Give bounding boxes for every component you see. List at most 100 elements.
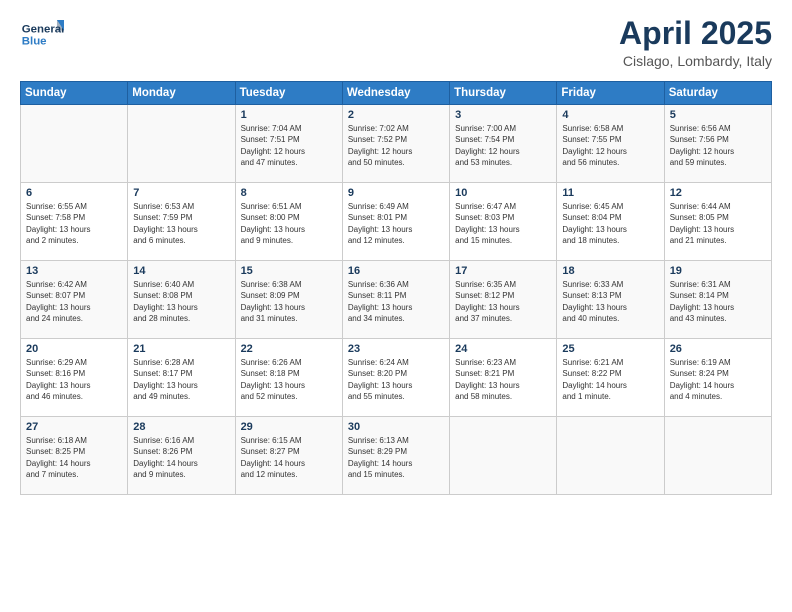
day-cell: 27 Sunrise: 6:18 AM Sunset: 8:25 PM Dayli…	[21, 417, 128, 495]
svg-text:Blue: Blue	[22, 36, 47, 48]
day-cell: 12Sunrise: 6:44 AM Sunset: 8:05 PM Dayli…	[664, 183, 771, 261]
day-cell: 10 Sunrise: 6:47 AM Sunset: 8:03 PM Dayli…	[450, 183, 557, 261]
day-number: 27	[26, 421, 122, 433]
day-info: Sunrise: 6:49 AM Sunset: 8:01 PM Dayligh…	[348, 201, 444, 246]
title-block: April 2025 Cislago, Lombardy, Italy	[619, 16, 772, 69]
day-cell: 5 Sunrise: 6:56 AM Sunset: 7:56 PM Daylig…	[664, 105, 771, 183]
day-number: 23	[348, 343, 444, 355]
day-number: 15	[241, 265, 337, 277]
day-number: 8	[241, 187, 337, 199]
logo-icon: General Blue	[20, 16, 64, 54]
day-info: Sunrise: 6:26 AM Sunset: 8:18 PM Dayligh…	[241, 357, 337, 402]
day-cell: 3 Sunrise: 7:00 AM Sunset: 7:54 PM Daylig…	[450, 105, 557, 183]
day-cell: 8 Sunrise: 6:51 AM Sunset: 8:00 PM Daylig…	[235, 183, 342, 261]
day-cell: 7 Sunrise: 6:53 AM Sunset: 7:59 PM Daylig…	[128, 183, 235, 261]
day-cell: 23 Sunrise: 6:24 AM Sunset: 8:20 PM Dayli…	[342, 339, 449, 417]
day-cell: 14 Sunrise: 6:40 AM Sunset: 8:08 PM Dayli…	[128, 261, 235, 339]
day-info: Sunrise: 6:15 AM Sunset: 8:27 PM Dayligh…	[241, 435, 337, 480]
day-number: 3	[455, 109, 551, 121]
day-cell: 13 Sunrise: 6:42 AM Sunset: 8:07 PM Dayli…	[21, 261, 128, 339]
day-info: Sunrise: 6:40 AM Sunset: 8:08 PM Dayligh…	[133, 279, 229, 324]
day-info: Sunrise: 6:13 AM Sunset: 8:29 PM Dayligh…	[348, 435, 444, 480]
day-info: Sunrise: 6:47 AM Sunset: 8:03 PM Dayligh…	[455, 201, 551, 246]
day-cell: 28 Sunrise: 6:16 AM Sunset: 8:26 PM Dayli…	[128, 417, 235, 495]
day-cell: 4 Sunrise: 6:58 AM Sunset: 7:55 PM Daylig…	[557, 105, 664, 183]
day-info: Sunrise: 7:04 AM Sunset: 7:51 PM Dayligh…	[241, 123, 337, 168]
day-number: 7	[133, 187, 229, 199]
day-number: 21	[133, 343, 229, 355]
day-cell: 17 Sunrise: 6:35 AM Sunset: 8:12 PM Dayli…	[450, 261, 557, 339]
day-cell: 21 Sunrise: 6:28 AM Sunset: 8:17 PM Dayli…	[128, 339, 235, 417]
header-cell-sunday: Sunday	[21, 82, 128, 105]
day-info: Sunrise: 6:38 AM Sunset: 8:09 PM Dayligh…	[241, 279, 337, 324]
day-number: 13	[26, 265, 122, 277]
day-info: Sunrise: 6:33 AM Sunset: 8:13 PM Dayligh…	[562, 279, 658, 324]
header: General Blue April 2025 Cislago, Lombard…	[20, 16, 772, 69]
day-cell: 1 Sunrise: 7:04 AM Sunset: 7:51 PM Daylig…	[235, 105, 342, 183]
day-info: Sunrise: 6:21 AM Sunset: 8:22 PM Dayligh…	[562, 357, 658, 402]
day-cell	[21, 105, 128, 183]
day-number: 14	[133, 265, 229, 277]
day-cell: 19Sunrise: 6:31 AM Sunset: 8:14 PM Dayli…	[664, 261, 771, 339]
day-cell: 18 Sunrise: 6:33 AM Sunset: 8:13 PM Dayli…	[557, 261, 664, 339]
calendar-table: SundayMondayTuesdayWednesdayThursdayFrid…	[20, 81, 772, 495]
day-info: Sunrise: 6:58 AM Sunset: 7:55 PM Dayligh…	[562, 123, 658, 168]
day-cell: 11 Sunrise: 6:45 AM Sunset: 8:04 PM Dayli…	[557, 183, 664, 261]
day-info: Sunrise: 6:56 AM Sunset: 7:56 PM Dayligh…	[670, 123, 766, 168]
header-cell-monday: Monday	[128, 82, 235, 105]
day-number: 26	[670, 343, 766, 355]
day-number: 2	[348, 109, 444, 121]
day-number: 20	[26, 343, 122, 355]
day-info: Sunrise: 6:45 AM Sunset: 8:04 PM Dayligh…	[562, 201, 658, 246]
day-number: 1	[241, 109, 337, 121]
day-cell	[557, 417, 664, 495]
calendar-subtitle: Cislago, Lombardy, Italy	[619, 53, 772, 69]
day-cell: 29Sunrise: 6:15 AM Sunset: 8:27 PM Dayli…	[235, 417, 342, 495]
day-number: 22	[241, 343, 337, 355]
day-info: Sunrise: 6:28 AM Sunset: 8:17 PM Dayligh…	[133, 357, 229, 402]
day-cell	[128, 105, 235, 183]
day-info: Sunrise: 6:19 AM Sunset: 8:24 PM Dayligh…	[670, 357, 766, 402]
day-number: 11	[562, 187, 658, 199]
week-row-1: 1 Sunrise: 7:04 AM Sunset: 7:51 PM Daylig…	[21, 105, 772, 183]
day-info: Sunrise: 7:00 AM Sunset: 7:54 PM Dayligh…	[455, 123, 551, 168]
day-number: 5	[670, 109, 766, 121]
day-info: Sunrise: 6:51 AM Sunset: 8:00 PM Dayligh…	[241, 201, 337, 246]
day-info: Sunrise: 6:35 AM Sunset: 8:12 PM Dayligh…	[455, 279, 551, 324]
day-number: 18	[562, 265, 658, 277]
day-cell: 6Sunrise: 6:55 AM Sunset: 7:58 PM Daylig…	[21, 183, 128, 261]
day-number: 30	[348, 421, 444, 433]
day-cell: 20 Sunrise: 6:29 AM Sunset: 8:16 PM Dayli…	[21, 339, 128, 417]
day-number: 28	[133, 421, 229, 433]
day-info: Sunrise: 6:42 AM Sunset: 8:07 PM Dayligh…	[26, 279, 122, 324]
day-info: Sunrise: 6:53 AM Sunset: 7:59 PM Dayligh…	[133, 201, 229, 246]
day-number: 6	[26, 187, 122, 199]
week-row-3: 13 Sunrise: 6:42 AM Sunset: 8:07 PM Dayli…	[21, 261, 772, 339]
day-info: Sunrise: 6:44 AM Sunset: 8:05 PM Dayligh…	[670, 201, 766, 246]
day-info: Sunrise: 6:23 AM Sunset: 8:21 PM Dayligh…	[455, 357, 551, 402]
day-number: 4	[562, 109, 658, 121]
calendar-header-row: SundayMondayTuesdayWednesdayThursdayFrid…	[21, 82, 772, 105]
day-cell: 24Sunrise: 6:23 AM Sunset: 8:21 PM Dayli…	[450, 339, 557, 417]
day-cell: 25Sunrise: 6:21 AM Sunset: 8:22 PM Dayli…	[557, 339, 664, 417]
day-number: 19	[670, 265, 766, 277]
page: General Blue April 2025 Cislago, Lombard…	[0, 0, 792, 612]
day-number: 10	[455, 187, 551, 199]
day-info: Sunrise: 6:18 AM Sunset: 8:25 PM Dayligh…	[26, 435, 122, 480]
day-cell: 16 Sunrise: 6:36 AM Sunset: 8:11 PM Dayli…	[342, 261, 449, 339]
day-info: Sunrise: 6:36 AM Sunset: 8:11 PM Dayligh…	[348, 279, 444, 324]
header-cell-tuesday: Tuesday	[235, 82, 342, 105]
day-info: Sunrise: 6:16 AM Sunset: 8:26 PM Dayligh…	[133, 435, 229, 480]
header-cell-friday: Friday	[557, 82, 664, 105]
day-number: 9	[348, 187, 444, 199]
header-cell-wednesday: Wednesday	[342, 82, 449, 105]
week-row-4: 20 Sunrise: 6:29 AM Sunset: 8:16 PM Dayli…	[21, 339, 772, 417]
day-info: Sunrise: 6:24 AM Sunset: 8:20 PM Dayligh…	[348, 357, 444, 402]
day-info: Sunrise: 6:29 AM Sunset: 8:16 PM Dayligh…	[26, 357, 122, 402]
logo: General Blue	[20, 16, 66, 54]
day-number: 16	[348, 265, 444, 277]
week-row-2: 6Sunrise: 6:55 AM Sunset: 7:58 PM Daylig…	[21, 183, 772, 261]
day-cell	[664, 417, 771, 495]
day-number: 17	[455, 265, 551, 277]
week-row-5: 27 Sunrise: 6:18 AM Sunset: 8:25 PM Dayli…	[21, 417, 772, 495]
